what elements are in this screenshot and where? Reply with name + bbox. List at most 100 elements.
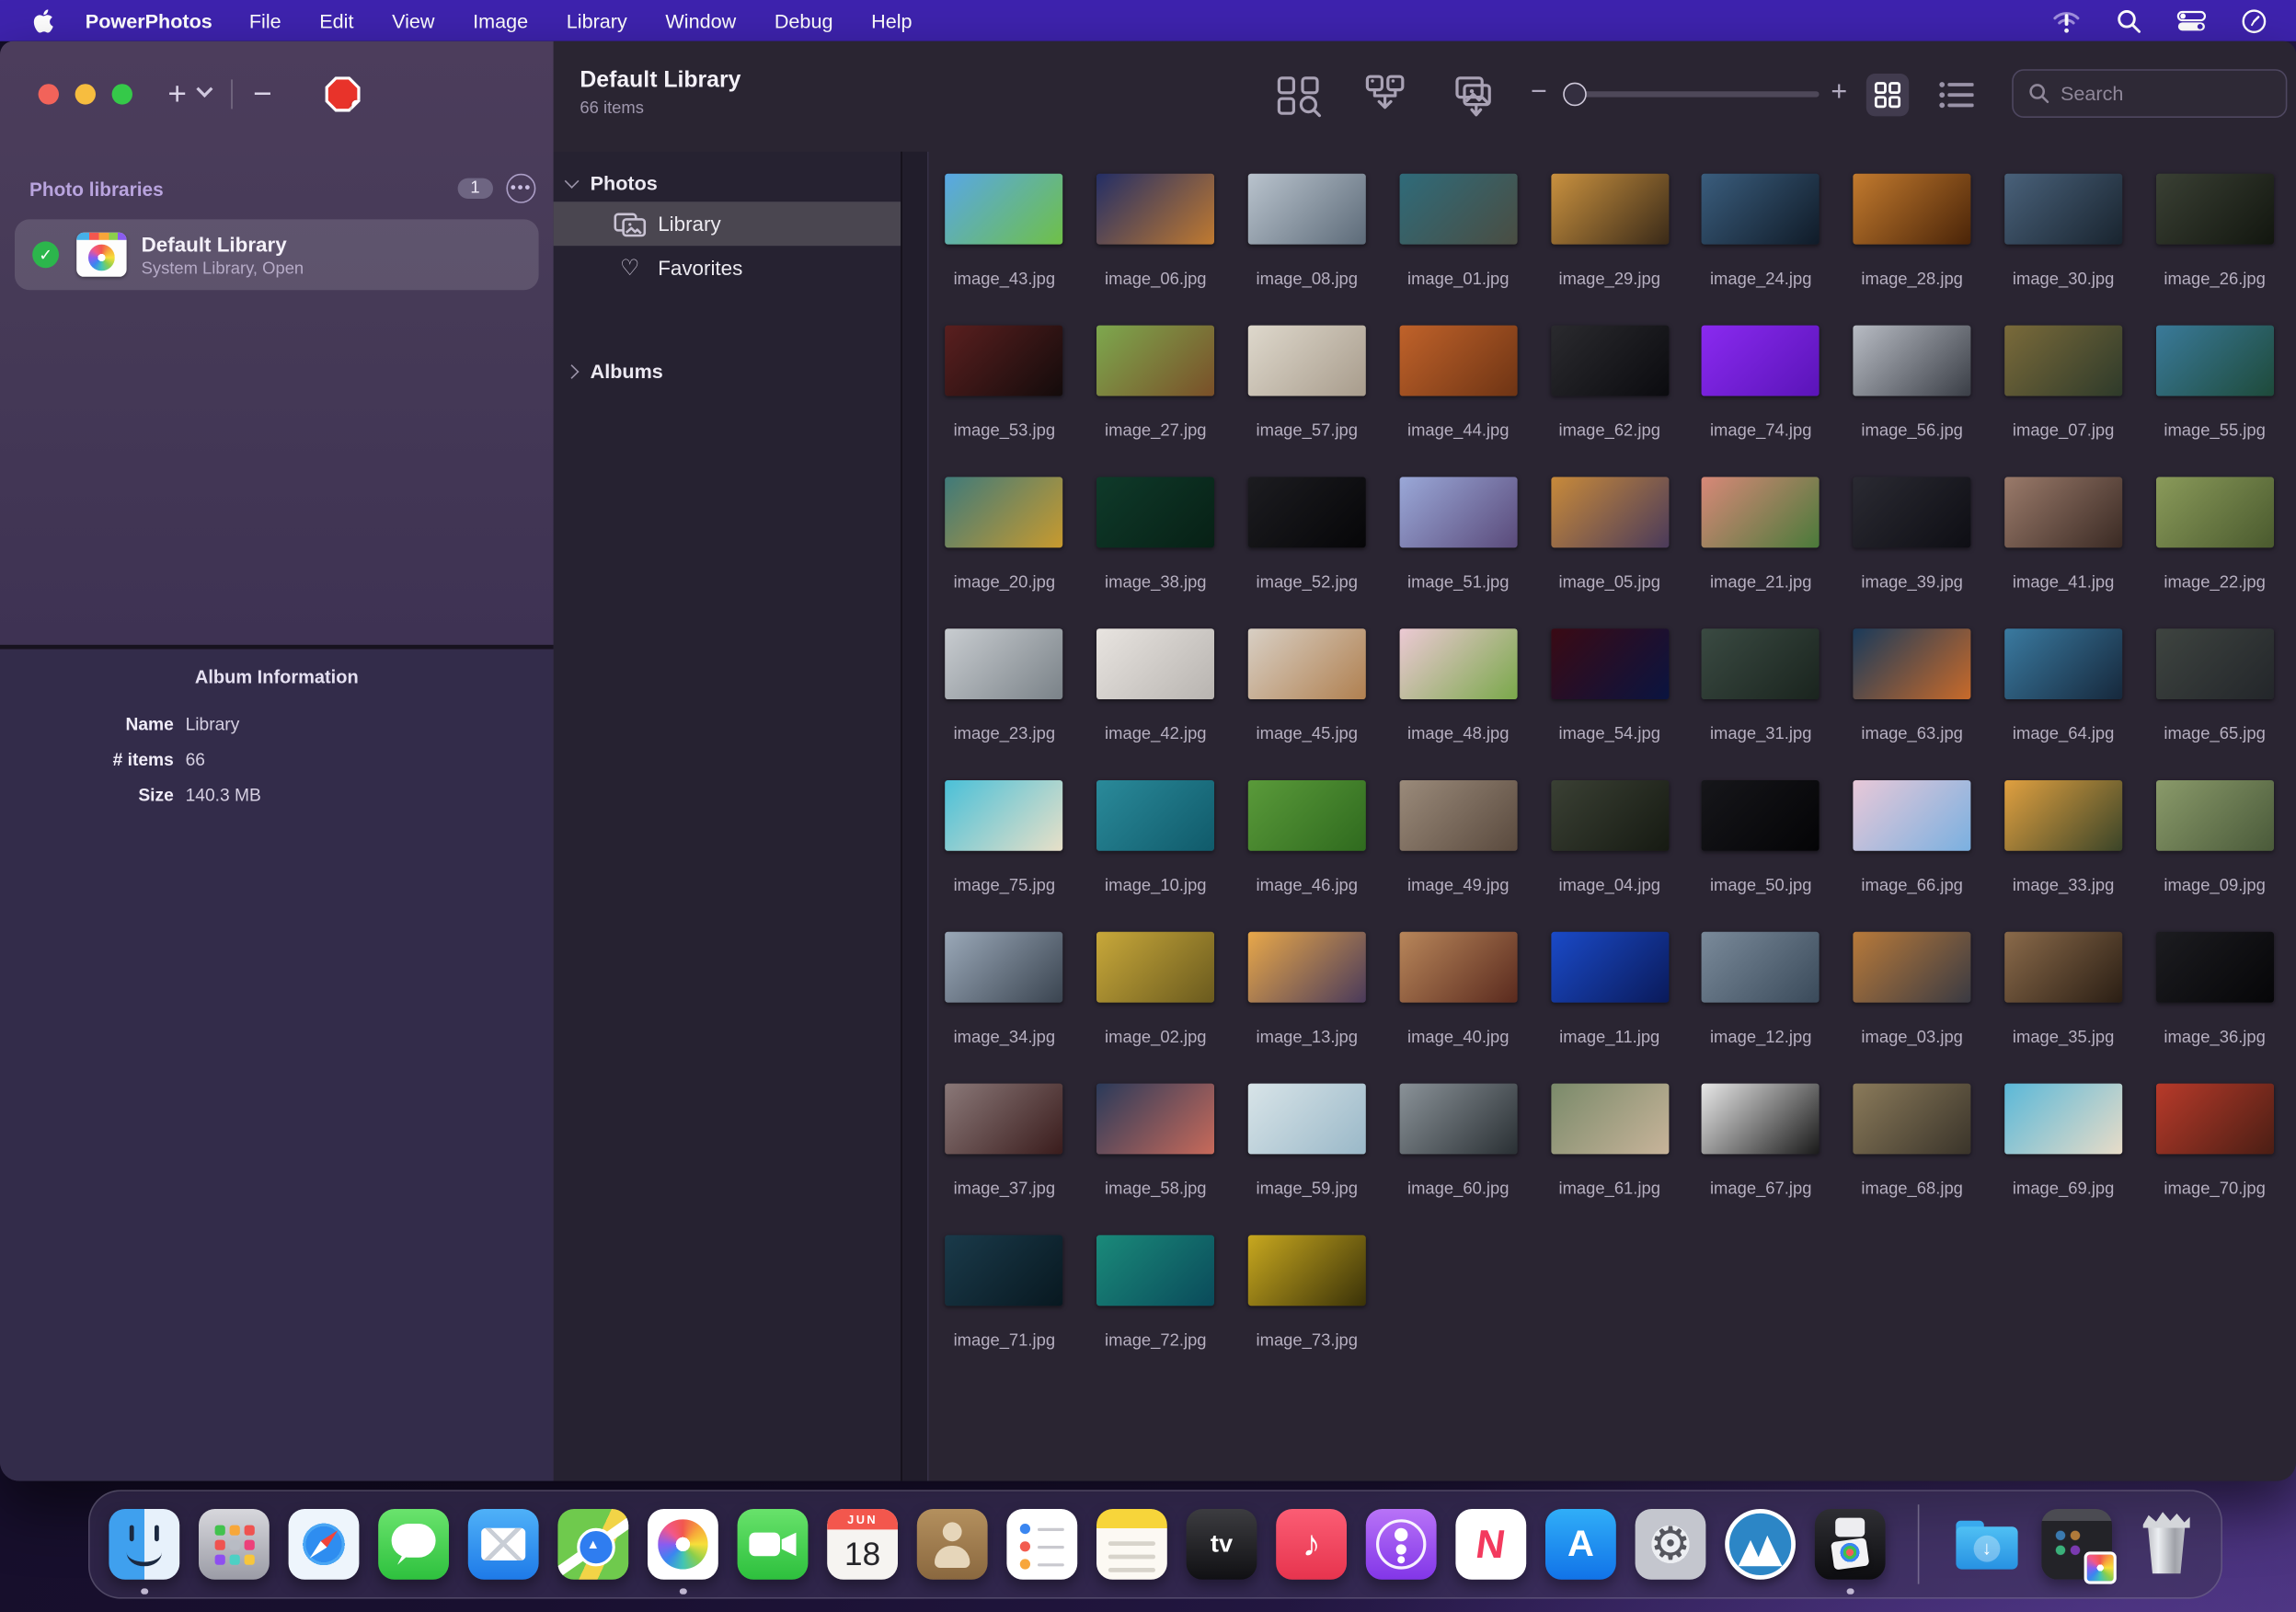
photo-item[interactable]: image_03.jpg [1836,905,1987,1057]
pane-divider[interactable] [901,152,928,1481]
sidebar-item-library[interactable]: Library [554,202,901,246]
photo-item[interactable]: image_13.jpg [1232,905,1383,1057]
photo-item[interactable]: image_12.jpg [1685,905,1836,1057]
maximize-button[interactable] [112,84,132,104]
photo-thumbnail[interactable] [1854,628,1971,699]
photo-item[interactable]: image_46.jpg [1232,754,1383,905]
photo-thumbnail[interactable] [1551,477,1669,547]
dock-item-calendar[interactable]: JUN18 [827,1509,898,1580]
photo-item[interactable]: image_62.jpg [1534,299,1685,451]
photo-thumbnail[interactable] [1702,1084,1820,1155]
menu-item-help[interactable]: Help [852,9,931,31]
photo-item[interactable]: image_02.jpg [1080,905,1231,1057]
photo-thumbnail[interactable] [2156,932,2274,1003]
photo-thumbnail[interactable] [1702,326,1820,397]
photo-thumbnail[interactable] [1248,477,1366,547]
photo-thumbnail[interactable] [946,932,1063,1003]
photo-thumbnail[interactable] [946,326,1063,397]
photo-thumbnail[interactable] [1248,1084,1366,1155]
grid-view-button[interactable] [1866,74,1909,116]
dock-item-photos[interactable] [648,1509,718,1580]
menu-item-window[interactable]: Window [647,9,755,31]
photo-item[interactable]: image_49.jpg [1383,754,1533,905]
photo-thumbnail[interactable] [2156,174,2274,245]
photo-thumbnail[interactable] [2004,477,2122,547]
photo-thumbnail[interactable] [1248,932,1366,1003]
photo-thumbnail[interactable] [1702,174,1820,245]
library-row-default[interactable]: ✓ Default Library System Library, Open [15,219,539,290]
menu-item-file[interactable]: File [230,9,300,31]
menu-item-edit[interactable]: Edit [300,9,373,31]
dock-item-messages[interactable] [378,1509,449,1580]
photo-thumbnail[interactable] [946,1084,1063,1155]
dock-item-launchpad[interactable] [199,1509,270,1580]
dock-item-window-min[interactable] [2041,1509,2112,1580]
photo-thumbnail[interactable] [2156,477,2274,547]
photo-item[interactable]: image_58.jpg [1080,1057,1231,1209]
photo-thumbnail[interactable] [2004,932,2122,1003]
photo-item[interactable]: image_24.jpg [1685,147,1836,299]
photo-item[interactable]: image_39.jpg [1836,451,1987,603]
photo-item[interactable]: image_53.jpg [929,299,1080,451]
photo-thumbnail[interactable] [1096,628,1214,699]
sidebar-item-favorites[interactable]: ♡ Favorites [554,246,901,290]
photo-thumbnail[interactable] [1854,477,1971,547]
photo-thumbnail[interactable] [1096,477,1214,547]
photo-item[interactable]: image_54.jpg [1534,602,1685,754]
apple-menu[interactable] [32,8,52,33]
photo-thumbnail[interactable] [1399,780,1517,851]
dock-item-downloads[interactable]: ↓ [1952,1509,2023,1580]
photo-item[interactable]: image_50.jpg [1685,754,1836,905]
menu-item-library[interactable]: Library [547,9,647,31]
dock-item-notes[interactable] [1096,1509,1167,1580]
photo-item[interactable]: image_34.jpg [929,905,1080,1057]
photo-thumbnail[interactable] [1854,1084,1971,1155]
photo-item[interactable]: image_57.jpg [1232,299,1383,451]
photo-item[interactable]: image_73.jpg [1232,1209,1383,1361]
close-button[interactable] [39,84,59,104]
photo-item[interactable]: image_04.jpg [1534,754,1685,905]
photo-item[interactable]: image_33.jpg [1988,754,2139,905]
photo-item[interactable]: image_56.jpg [1836,299,1987,451]
photo-item[interactable]: image_38.jpg [1080,451,1231,603]
photo-thumbnail[interactable] [1551,628,1669,699]
photo-thumbnail[interactable] [1248,326,1366,397]
photo-thumbnail[interactable] [2004,628,2122,699]
photo-thumbnail[interactable] [1399,1084,1517,1155]
menu-item-image[interactable]: Image [453,9,547,31]
search-field[interactable] [2012,69,2287,118]
photo-item[interactable]: image_31.jpg [1685,602,1836,754]
photo-thumbnail[interactable] [2004,174,2122,245]
photo-thumbnail[interactable] [1854,932,1971,1003]
dock-item-contacts[interactable] [917,1509,988,1580]
photo-thumbnail[interactable] [2156,628,2274,699]
dock-item-maps[interactable]: ▲ [557,1509,628,1580]
photo-thumbnail[interactable] [1551,932,1669,1003]
photo-item[interactable]: image_07.jpg [1988,299,2139,451]
photo-thumbnail[interactable] [1854,780,1971,851]
photo-item[interactable]: image_51.jpg [1383,451,1533,603]
photo-thumbnail[interactable] [1702,628,1820,699]
clock-icon[interactable] [2242,8,2267,33]
dock-item-music[interactable] [1276,1509,1347,1580]
photo-item[interactable]: image_11.jpg [1534,905,1685,1057]
photo-thumbnail[interactable] [946,780,1063,851]
photo-thumbnail[interactable] [946,1235,1063,1306]
photos-section-header[interactable]: Photos [554,164,901,202]
find-duplicates-button[interactable] [1275,74,1322,118]
photo-item[interactable]: image_75.jpg [929,754,1080,905]
photo-item[interactable]: image_70.jpg [2139,1057,2290,1209]
search-input[interactable] [2061,83,2286,105]
photo-thumbnail[interactable] [1702,477,1820,547]
photo-item[interactable]: image_52.jpg [1232,451,1383,603]
wifi-warning-icon[interactable] [2051,8,2081,33]
photo-thumbnail[interactable] [946,628,1063,699]
photo-thumbnail[interactable] [1096,1084,1214,1155]
photo-thumbnail[interactable] [1096,326,1214,397]
photo-item[interactable]: image_48.jpg [1383,602,1533,754]
photo-thumbnail[interactable] [1399,326,1517,397]
photo-item[interactable]: image_65.jpg [2139,602,2290,754]
libraries-more-button[interactable]: ••• [506,174,535,203]
photo-thumbnail[interactable] [2004,1084,2122,1155]
photo-thumbnail[interactable] [1551,174,1669,245]
